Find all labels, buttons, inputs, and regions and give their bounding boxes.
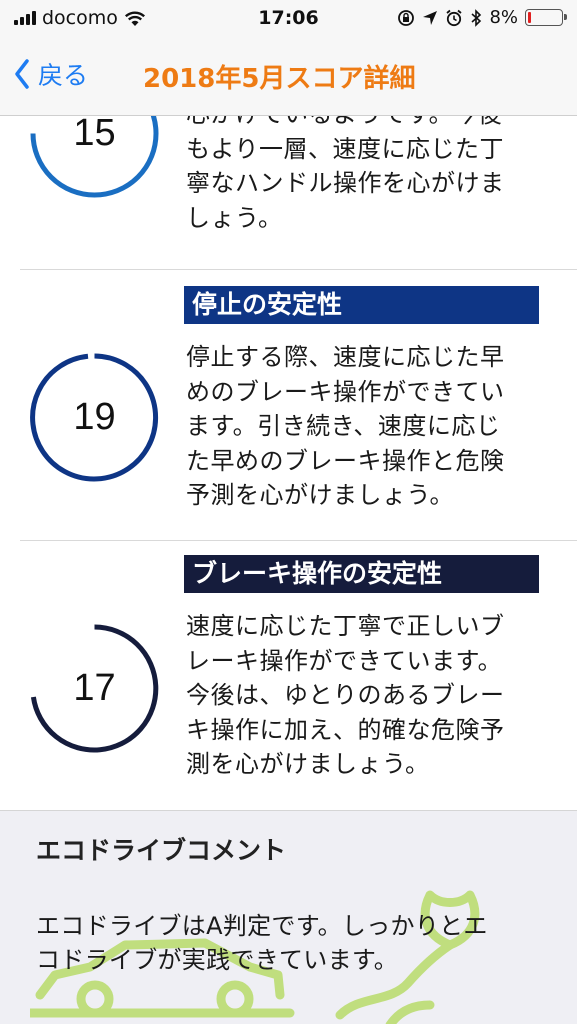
comment-line: ます。引き続き、速度に応じ	[186, 412, 501, 440]
score-comment: 速度に応じた丁寧で正しいブ レーキ操作ができています。 今後は、ゆとりのあるブレ…	[186, 609, 546, 782]
bluetooth-icon	[471, 8, 482, 27]
comment-line: 停止する際、速度に応じた早	[186, 343, 505, 371]
comment-line: 予測を心がけましょう。	[186, 481, 455, 509]
score-value: 19	[73, 396, 116, 438]
comment-line: 速度に応じた丁寧で正しいブ	[186, 612, 505, 640]
score-ring: 17	[28, 622, 161, 755]
section-heading: 停止の安定性	[184, 286, 539, 324]
back-label: 戻る	[38, 61, 89, 90]
comment-line: コドライブが実践できています。	[36, 946, 399, 974]
score-ring: 15	[28, 116, 161, 200]
comment-line: 心がけているようです。今後	[186, 116, 546, 132]
status-right: 8%	[397, 7, 567, 28]
score-detail-list[interactable]: 15 心がけているようです。今後 もより一層、速度に応じた丁 寧なハンドル操作を…	[0, 116, 577, 1024]
comment-line: 今後は、ゆとりのあるブレー	[186, 681, 505, 709]
back-button[interactable]: 戻る	[14, 56, 88, 92]
nav-bar: 戻る 2018年5月スコア詳細	[0, 38, 577, 116]
comment-line: レーキ操作ができています。	[186, 646, 503, 675]
divider	[20, 540, 577, 541]
comment-line: めのブレーキ操作ができてい	[186, 377, 505, 406]
eco-drive-comment: エコドライブはA判定です。しっかりとエ コドライブが実践できています。	[36, 909, 546, 977]
comment-line: た早めのブレーキ操作と危険	[186, 446, 505, 475]
comment-line: もより一層、速度に応じた丁	[186, 134, 505, 163]
divider	[20, 269, 577, 270]
location-icon	[423, 10, 438, 25]
alarm-icon	[446, 9, 463, 26]
battery-percent: 8%	[489, 7, 518, 28]
chevron-left-icon	[15, 59, 29, 89]
orientation-lock-icon	[398, 9, 415, 26]
battery-icon	[525, 9, 567, 26]
score-value: 15	[73, 116, 116, 154]
score-value: 17	[73, 667, 116, 709]
status-bar: docomo 17:06 8%	[0, 0, 577, 38]
eco-drive-title: エコドライブコメント	[36, 836, 287, 865]
comment-line: エコドライブはA判定です。しっかりとエ	[36, 912, 488, 940]
comment-line: しょう。	[186, 203, 283, 232]
eco-drive-section: エコドライブコメント エコドライブはA判定です。しっかりとエ コドライブが実践で…	[0, 810, 577, 1024]
comment-line: 寧なハンドル操作を心がけま	[186, 169, 505, 197]
comment-line: 測を心がけましょう。	[186, 750, 430, 778]
section-heading: ブレーキ操作の安定性	[184, 555, 539, 593]
comment-line: キ操作に加え、的確な危険予	[186, 715, 505, 744]
score-ring: 19	[28, 351, 161, 484]
page-title: 2018年5月スコア詳細	[143, 64, 416, 94]
score-comment: 停止する際、速度に応じた早 めのブレーキ操作ができてい ます。引き続き、速度に応…	[186, 340, 546, 513]
score-comment: 心がけているようです。今後 もより一層、速度に応じた丁 寧なハンドル操作を心がけ…	[186, 116, 546, 235]
